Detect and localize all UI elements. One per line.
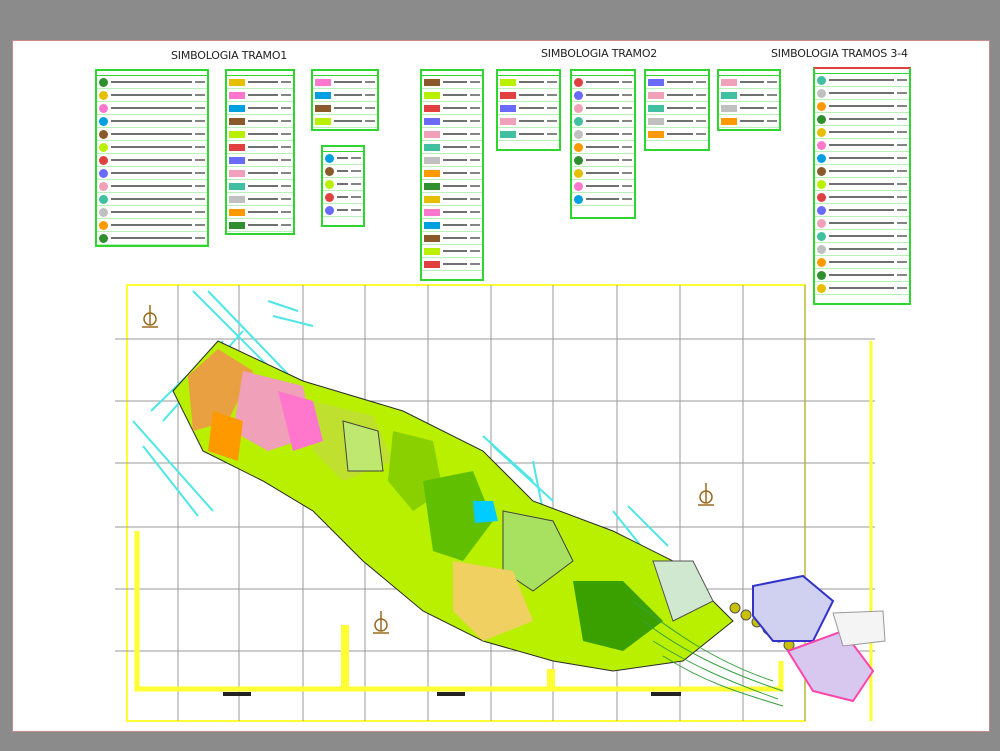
buildings [752,574,886,703]
cad-viewport: SIMBOLOGIA TRAMO1 SIMBOLOGIA TRAMO2 SIMB… [0,0,1000,751]
drawing-sheet: SIMBOLOGIA TRAMO1 SIMBOLOGIA TRAMO2 SIMB… [12,40,990,732]
north-arrow-icon [698,483,714,506]
north-arrow-icon [373,611,389,634]
north-arrow-icon [142,305,158,328]
site-plan-drawing [115,284,886,722]
landscape-plan [172,340,734,672]
plan-labels [223,692,681,696]
